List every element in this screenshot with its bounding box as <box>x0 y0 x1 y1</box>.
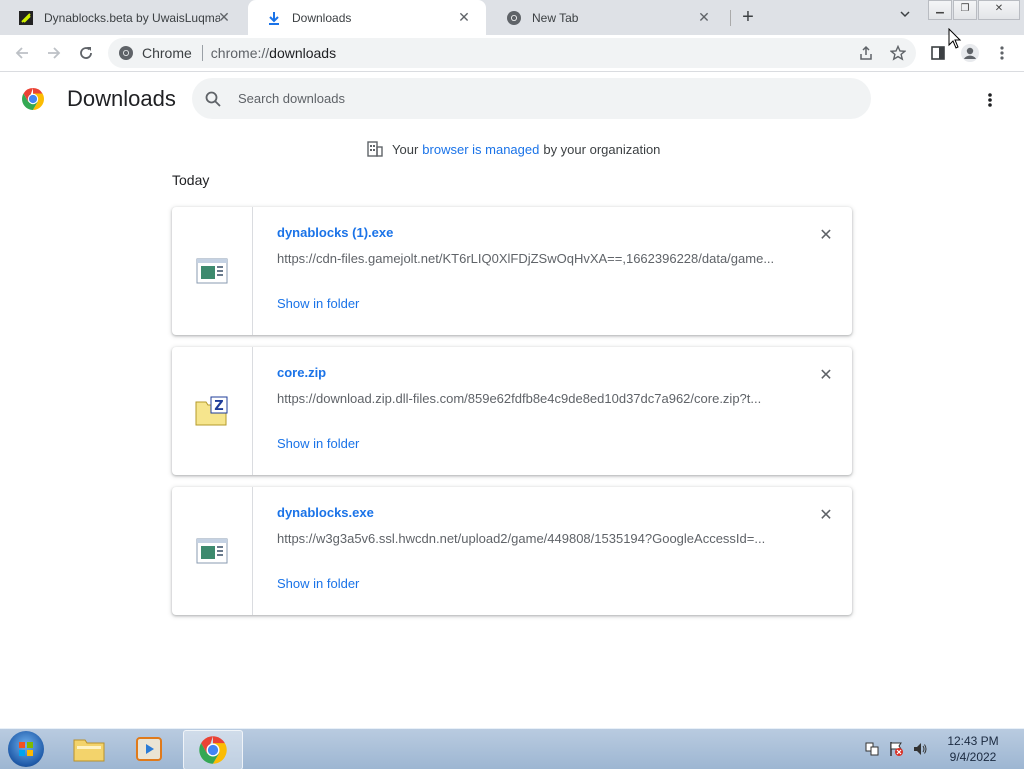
close-window-button[interactable]: ✕ <box>978 0 1020 20</box>
site-chip-label: Chrome <box>142 45 192 61</box>
clock-time: 12:43 PM <box>947 734 999 748</box>
tab-dynablocks[interactable]: Dynablocks.beta by UwaisLuqman ✕ <box>0 0 246 35</box>
tab-label: Downloads <box>292 10 352 25</box>
avatar-icon <box>961 44 979 62</box>
file-name-link[interactable]: dynablocks.exe <box>277 505 374 520</box>
bookmark-button[interactable] <box>886 41 910 65</box>
chrome-logo-icon <box>22 88 44 110</box>
chrome-icon <box>506 10 522 26</box>
file-url[interactable]: https://w3g3a5v6.ssl.hwcdn.net/upload2/g… <box>277 531 777 546</box>
restore-button[interactable]: ❐ <box>953 0 977 20</box>
zip-file-icon: Z <box>195 396 228 426</box>
download-icon <box>266 10 282 26</box>
system-clock[interactable]: 12:43 PM 9/4/2022 <box>940 733 1006 765</box>
managed-notice: Your browser is managed by your organiza… <box>366 140 660 158</box>
reload-icon <box>80 47 92 59</box>
file-icon-column <box>172 487 253 615</box>
close-tab-icon[interactable]: ✕ <box>216 9 232 25</box>
show-in-folder-link[interactable]: Show in folder <box>277 576 359 591</box>
reload-button[interactable] <box>74 41 98 65</box>
managed-prefix: Your <box>392 141 419 157</box>
media-player-icon <box>136 737 162 761</box>
close-tab-icon[interactable]: ✕ <box>456 9 472 25</box>
url-host: downloads <box>269 45 337 61</box>
tab-downloads[interactable]: Downloads ✕ <box>248 0 486 35</box>
taskbar-explorer[interactable] <box>60 730 118 768</box>
side-panel-button[interactable] <box>926 41 950 65</box>
share-button[interactable] <box>854 41 878 65</box>
share-icon <box>860 45 872 60</box>
chrome-menu-button[interactable] <box>990 41 1014 65</box>
taskbar: 12:43 PM 9/4/2022 <box>0 728 1024 770</box>
tab-separator <box>730 10 731 26</box>
tab-label: New Tab <box>532 10 579 25</box>
file-name-link[interactable]: core.zip <box>277 365 326 380</box>
tab-search-icon[interactable] <box>896 8 914 26</box>
system-tray <box>864 741 928 757</box>
network-icon[interactable] <box>864 741 880 757</box>
gamejolt-icon <box>18 10 34 26</box>
chrome-logo-icon <box>199 736 227 764</box>
chrome-icon <box>119 46 133 60</box>
remove-item-button[interactable]: ✕ <box>816 505 836 525</box>
star-icon <box>890 45 906 61</box>
file-url[interactable]: https://download.zip.dll-files.com/859e6… <box>277 391 777 406</box>
mouse-cursor-icon <box>948 28 962 49</box>
taskbar-media-player[interactable] <box>120 730 178 768</box>
back-arrow-icon <box>15 47 28 59</box>
svg-text:Z: Z <box>214 399 223 414</box>
tab-new-tab[interactable]: New Tab ✕ <box>488 0 726 35</box>
file-name-link[interactable]: dynablocks (1).exe <box>277 225 393 240</box>
managed-suffix: by your organization <box>543 141 661 157</box>
volume-icon[interactable] <box>912 741 928 757</box>
remove-item-button[interactable]: ✕ <box>816 365 836 385</box>
start-button[interactable] <box>8 731 44 767</box>
forward-arrow-icon <box>48 47 61 59</box>
more-vert-icon <box>988 93 992 107</box>
side-panel-icon <box>931 46 945 60</box>
new-tab-button[interactable]: + <box>738 7 758 27</box>
building-icon <box>367 141 383 157</box>
file-url[interactable]: https://cdn-files.gamejolt.net/KT6rLIQ0X… <box>277 251 777 266</box>
close-tab-icon[interactable]: ✕ <box>696 9 712 25</box>
tab-label: Dynablocks.beta by UwaisLuqman <box>44 10 220 25</box>
search-box[interactable] <box>192 78 871 119</box>
url-text[interactable]: chrome://downloads <box>211 45 336 61</box>
back-button[interactable] <box>10 41 34 65</box>
windows-logo-icon <box>19 742 33 756</box>
action-center-icon[interactable] <box>888 741 904 757</box>
download-item: Z core.zip https://download.zip.dll-file… <box>172 347 852 475</box>
exe-file-icon <box>196 258 228 284</box>
tab-strip: Dynablocks.beta by UwaisLuqman ✕ Downloa… <box>0 0 1024 35</box>
url-scheme: chrome:// <box>210 45 270 61</box>
address-bar[interactable]: Chrome chrome://downloads <box>108 38 916 68</box>
taskbar-chrome[interactable] <box>183 730 243 770</box>
file-icon-column <box>172 207 253 335</box>
downloads-menu-button[interactable] <box>980 90 1000 110</box>
omnibox-divider <box>201 45 203 61</box>
managed-link[interactable]: browser is managed <box>422 142 539 157</box>
search-input[interactable] <box>236 90 800 107</box>
forward-button[interactable] <box>42 41 66 65</box>
more-vert-icon <box>1000 46 1004 60</box>
toolbar: Chrome chrome://downloads <box>0 35 1024 72</box>
minimize-button[interactable]: ▁ <box>928 0 952 20</box>
search-icon <box>205 91 221 107</box>
remove-item-button[interactable]: ✕ <box>816 225 836 245</box>
file-icon-column: Z <box>172 347 253 475</box>
exe-file-icon <box>196 538 228 564</box>
date-header: Today <box>172 172 210 188</box>
folder-icon <box>73 739 105 762</box>
downloads-header: Downloads <box>0 72 1024 128</box>
page-title: Downloads <box>67 86 176 111</box>
download-item: dynablocks.exe https://w3g3a5v6.ssl.hwcd… <box>172 487 852 615</box>
download-item: dynablocks (1).exe https://cdn-files.gam… <box>172 207 852 335</box>
show-in-folder-link[interactable]: Show in folder <box>277 436 359 451</box>
clock-date: 9/4/2022 <box>949 750 997 764</box>
site-chip[interactable]: Chrome <box>108 45 192 61</box>
show-in-folder-link[interactable]: Show in folder <box>277 296 359 311</box>
